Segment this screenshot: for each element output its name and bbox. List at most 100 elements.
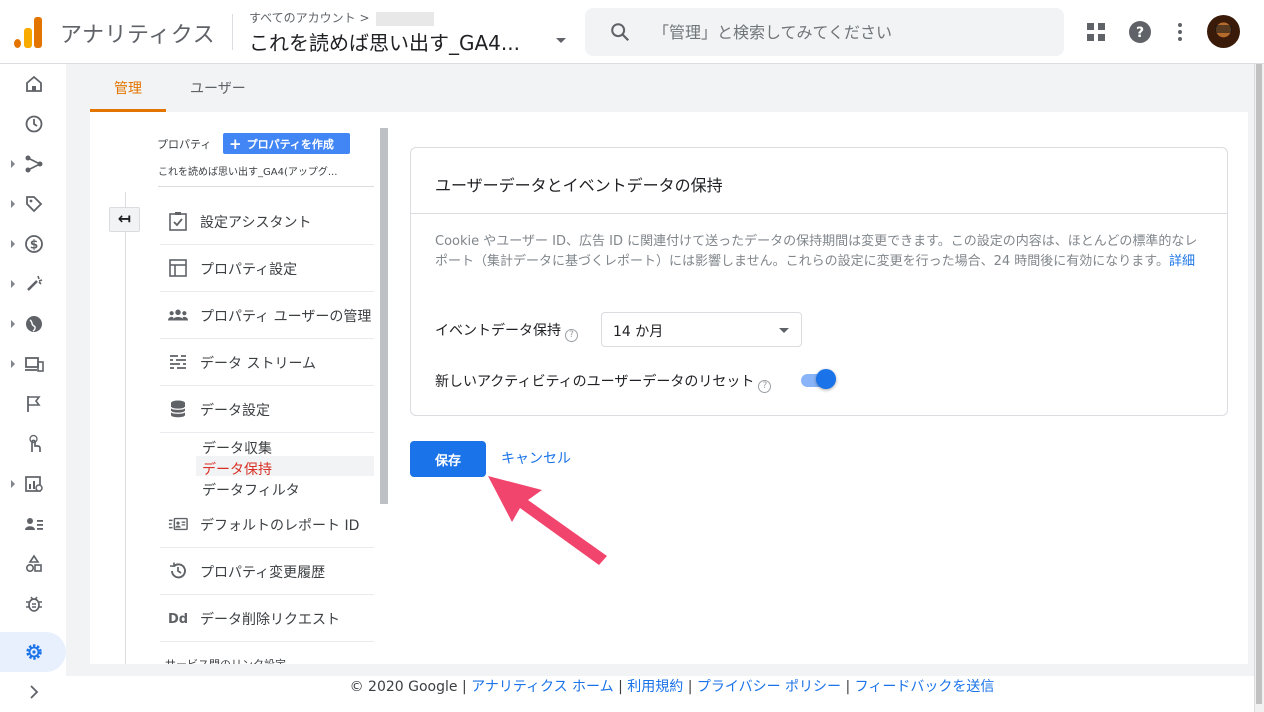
rail-engagement[interactable] xyxy=(0,266,66,302)
footer-separator: | xyxy=(841,679,855,695)
globe-icon xyxy=(26,316,42,332)
save-button[interactable]: 保存 xyxy=(410,441,486,477)
nav-setup-assistant[interactable]: 設定アシスタント xyxy=(160,198,374,245)
rail-home[interactable] xyxy=(0,66,66,102)
create-property-button[interactable]: + プロパティを作成 xyxy=(223,133,350,154)
admin-tabs: 管理 ユーザー xyxy=(90,64,1254,112)
clock-icon xyxy=(25,115,43,133)
gear-icon xyxy=(26,644,42,660)
card-title: ユーザーデータとイベントデータの保持 xyxy=(435,176,723,195)
nav-item-label: プロパティ設定 xyxy=(200,262,298,278)
back-arrow-icon[interactable]: ↤ xyxy=(109,207,140,232)
rail-admin[interactable] xyxy=(0,634,66,670)
header-divider xyxy=(232,14,233,50)
checklist-icon xyxy=(169,212,187,231)
help-circle-icon[interactable]: ? xyxy=(758,380,772,393)
event-retention-text: イベントデータ保持 xyxy=(435,323,561,339)
tab-admin[interactable]: 管理 xyxy=(114,78,142,98)
help-icon[interactable]: ? xyxy=(1128,20,1152,44)
home-icon xyxy=(26,75,42,92)
property-selector[interactable]: これを読めば思い出す_GA4(アップグ... xyxy=(158,163,374,187)
subnav-data-collection[interactable]: データ収集 xyxy=(202,438,272,458)
devices-icon xyxy=(25,357,44,372)
rail-analysis[interactable] xyxy=(0,466,66,502)
nav-data-settings[interactable]: データ設定 xyxy=(160,386,374,433)
cancel-button[interactable]: キャンセル xyxy=(501,448,571,468)
apps-grid-icon[interactable] xyxy=(1084,20,1108,44)
help-circle-icon[interactable]: ? xyxy=(565,329,578,342)
event-retention-value: 14 か月 xyxy=(613,324,664,340)
rail-realtime[interactable] xyxy=(0,106,66,142)
footer-separator: | xyxy=(457,679,472,695)
card-divider xyxy=(411,213,1227,214)
event-retention-label: イベントデータ保持? xyxy=(435,320,578,342)
account-breadcrumb-label: すべてのアカウント > xyxy=(249,11,370,25)
property-picker[interactable]: これを読めば思い出す_GA4... xyxy=(249,27,520,56)
nav-item-label: データ削除リクエスト xyxy=(200,612,340,628)
rail-lifecycle[interactable] xyxy=(0,146,66,182)
people-icon xyxy=(168,309,188,321)
report-id-icon xyxy=(168,517,188,531)
nav-item-label: データ ストリーム xyxy=(200,356,317,372)
account-breadcrumb[interactable]: すべてのアカウント > xyxy=(249,9,434,26)
account-avatar[interactable] xyxy=(1207,15,1240,48)
tag-icon xyxy=(26,196,43,213)
rail-tech[interactable] xyxy=(0,346,66,382)
history-icon xyxy=(169,562,186,579)
dollar-icon: $ xyxy=(25,235,43,253)
event-retention-select[interactable]: 14 か月 xyxy=(601,312,802,347)
svg-text:?: ? xyxy=(1136,25,1144,41)
nav-property-change-history[interactable]: プロパティ変更履歴 xyxy=(160,548,374,595)
rail-events[interactable] xyxy=(0,426,66,462)
nav-property-user-management[interactable]: プロパティ ユーザーの管理 xyxy=(160,292,374,339)
rail-acquisition[interactable] xyxy=(0,186,66,222)
touch-icon xyxy=(29,434,41,452)
subnav-data-filters[interactable]: データフィルタ xyxy=(202,480,300,500)
footer-link-privacy[interactable]: プライバシー ポリシー xyxy=(697,679,841,695)
redacted-account-name xyxy=(375,11,434,26)
window-scrollbar-thumb[interactable] xyxy=(1256,64,1262,704)
analytics-logo-icon[interactable] xyxy=(14,16,44,48)
rail-conversions[interactable] xyxy=(0,386,66,422)
rail-monetization[interactable]: $ xyxy=(0,226,66,262)
nav-data-deletion-requests[interactable]: Dd データ削除リクエスト xyxy=(160,595,374,642)
column-scrollbar[interactable] xyxy=(380,128,388,504)
nav-cut-off-item[interactable]: サービス間のリンク設定 xyxy=(165,656,286,664)
nav-data-streams[interactable]: データ ストリーム xyxy=(160,339,374,386)
shapes-icon xyxy=(25,554,42,573)
reset-user-data-text: 新しいアクティビティのユーザーデータのリセット xyxy=(435,374,755,390)
rail-expand[interactable] xyxy=(0,674,66,710)
more-vert-icon[interactable] xyxy=(1168,20,1192,44)
footer-link-terms[interactable]: 利用規約 xyxy=(627,679,683,695)
nav-property-settings[interactable]: プロパティ設定 xyxy=(160,245,374,292)
search-input[interactable] xyxy=(653,20,1043,44)
dd-icon: Dd xyxy=(168,612,188,627)
nav-item-label: データ設定 xyxy=(200,403,270,419)
rail-demographics[interactable] xyxy=(0,306,66,342)
column-tree-line xyxy=(125,192,126,664)
magic-wand-icon xyxy=(27,275,43,291)
footer-link-analytics-home[interactable]: アナリティクス ホーム xyxy=(471,679,614,695)
reset-user-data-label: 新しいアクティビティのユーザーデータのリセット? xyxy=(435,371,772,393)
property-column-label: プロパティ xyxy=(157,138,212,151)
chevron-down-icon[interactable] xyxy=(556,38,566,43)
rail-debug[interactable] xyxy=(0,586,66,622)
learn-more-link[interactable]: 詳細 xyxy=(1169,254,1195,269)
rail-configure[interactable] xyxy=(0,546,66,582)
footer-link-feedback[interactable]: フィードバックを送信 xyxy=(855,679,995,695)
page-footer: © 2020 Google | アナリティクス ホーム | 利用規約 | プライ… xyxy=(90,676,1254,702)
toggle-knob[interactable] xyxy=(816,369,836,389)
nav-item-label: デフォルトのレポート ID xyxy=(200,518,360,534)
footer-separator: | xyxy=(613,679,628,695)
tab-user[interactable]: ユーザー xyxy=(190,78,246,98)
app-title[interactable]: アナリティクス xyxy=(60,17,215,49)
top-app-bar: アナリティクス すべてのアカウント > これを読めば思い出す_GA4... ? xyxy=(0,0,1264,64)
rail-audiences[interactable] xyxy=(0,506,66,542)
search-box[interactable] xyxy=(585,8,1064,56)
nav-item-label: 設定アシスタント xyxy=(200,215,312,231)
chevron-right-icon xyxy=(30,685,39,699)
nav-default-report-id[interactable]: デフォルトのレポート ID xyxy=(160,501,374,548)
subnav-data-retention[interactable]: データ保持 xyxy=(202,459,272,479)
analysis-icon xyxy=(25,476,43,492)
svg-text:$: $ xyxy=(30,238,38,252)
